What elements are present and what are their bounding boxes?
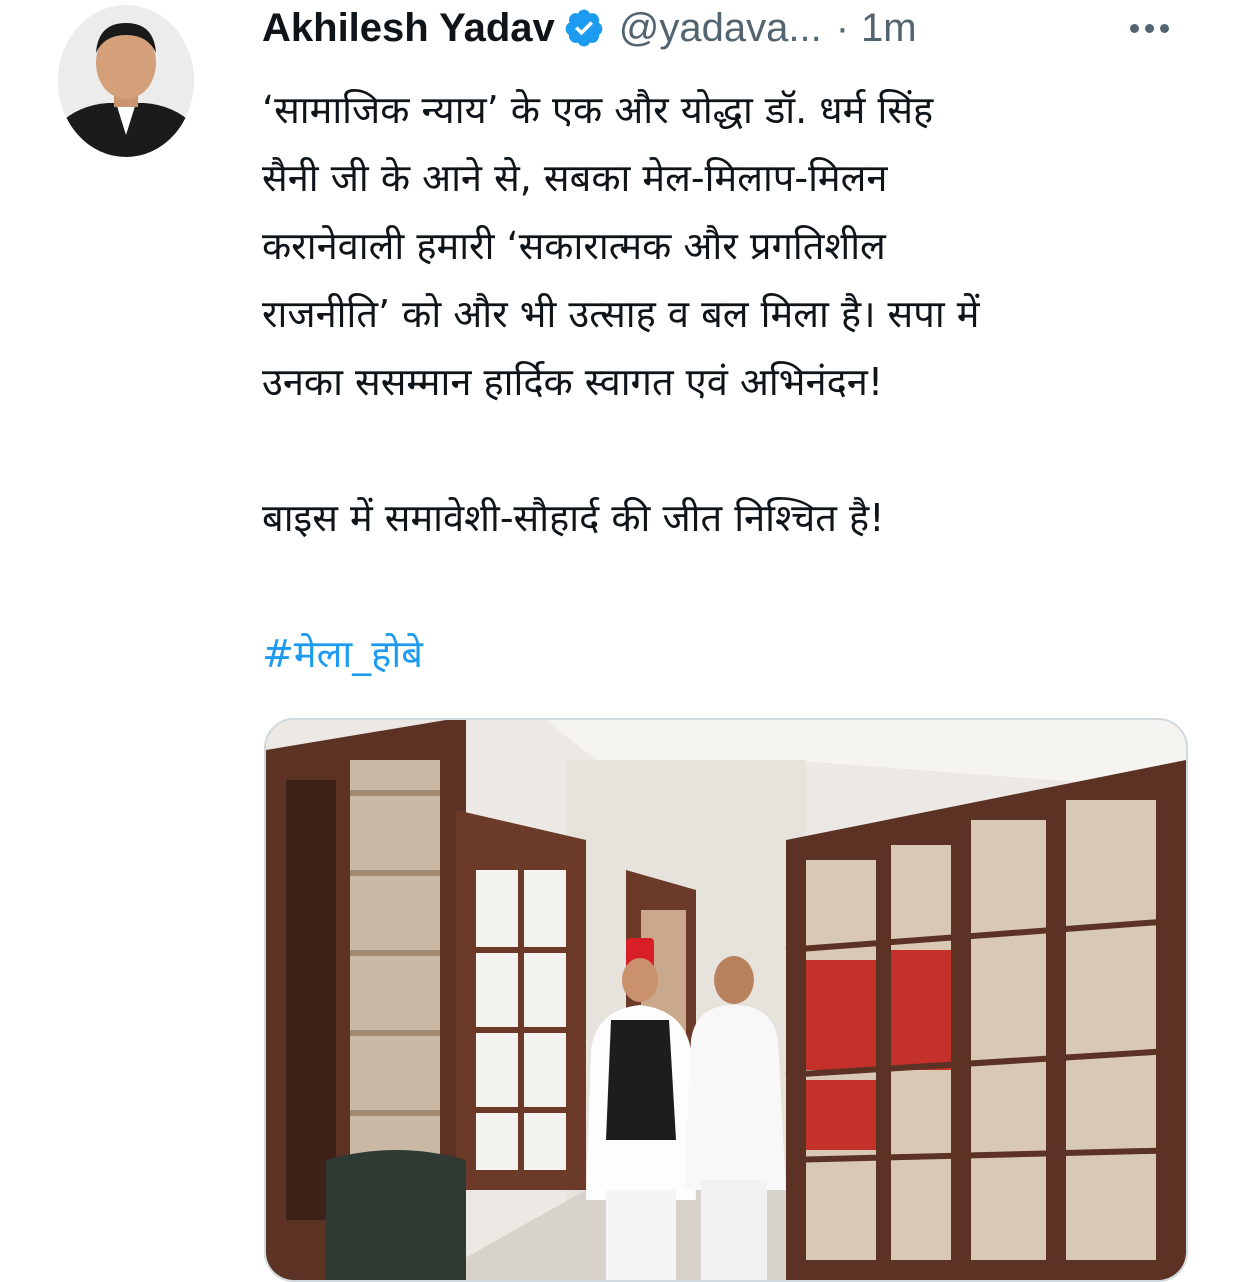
tweet-text-line: बाइस में समावेशी-सौहार्द की जीत निश्चित … [262,496,885,540]
verified-badge-icon [565,9,603,47]
tweet-header: Akhilesh Yadav @yadava... · 1m [262,0,1222,56]
hashtag-link[interactable]: #मेला_होबे [262,620,1202,688]
author-name[interactable]: Akhilesh Yadav [262,6,555,51]
tweet-text-line: करानेवाली हमारी ‘सकारात्मक और प्रगतिशील [262,224,886,268]
author-avatar[interactable] [58,5,194,157]
tweet-timestamp[interactable]: 1m [861,6,917,51]
tweet-text-line: ‘सामाजिक न्याय’ के एक और योद्धा डॉ. धर्म… [262,88,934,132]
tweet-text-line: राजनीति’ को और भी उत्साह व बल मिला है। स… [262,292,980,336]
tweet-text-line: उनका ससम्मान हार्दिक स्वागत एवं अभिनंदन! [262,360,884,404]
tweet-text-line: सैनी जी के आने से, सबका मेल-मिलाप-मिलन [262,156,888,200]
author-handle[interactable]: @yadava... [619,6,822,51]
tweet-body: ‘सामाजिक न्याय’ के एक और योद्धा डॉ. धर्म… [262,76,1202,688]
tweet-photo[interactable] [264,718,1188,1282]
more-horizontal-icon[interactable] [1130,0,1169,56]
separator-dot: · [835,5,850,50]
